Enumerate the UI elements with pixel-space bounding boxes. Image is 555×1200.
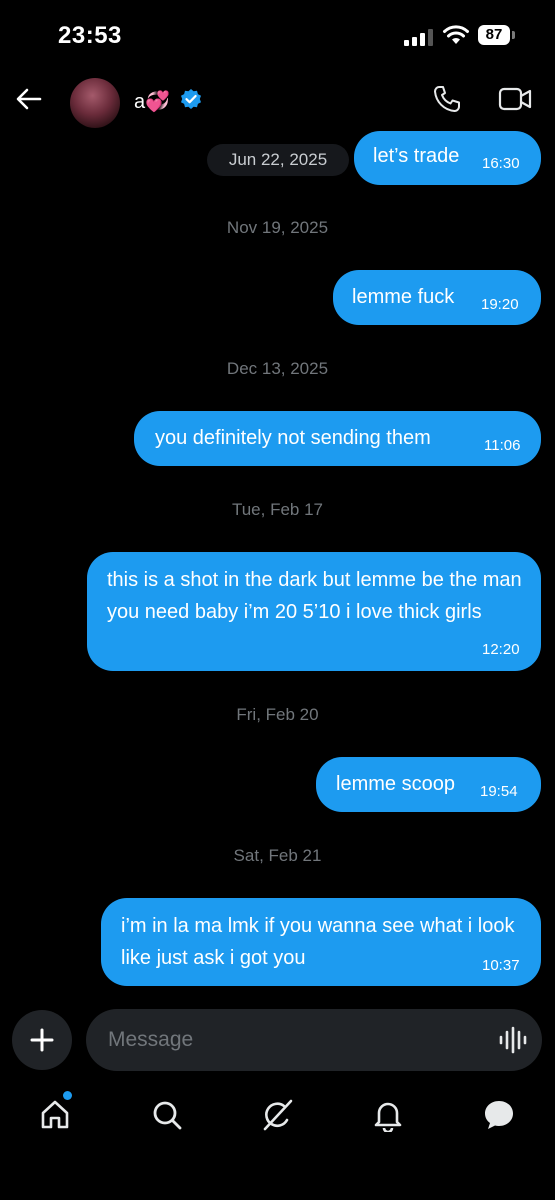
back-arrow-icon[interactable] — [14, 84, 44, 114]
avatar[interactable] — [70, 78, 120, 128]
message-bubble[interactable]: lemme fuck 19:20 — [333, 270, 541, 325]
date-separator: Tue, Feb 17 — [231, 500, 324, 519]
message-placeholder: Message — [108, 1028, 194, 1051]
message-bubble[interactable]: i’m in la ma lmk if you wanna see what i… — [101, 898, 541, 986]
home-icon[interactable] — [38, 1098, 72, 1132]
message-text: lemme scoop — [336, 773, 455, 795]
message-time: 19:54 — [480, 783, 518, 800]
wifi-icon — [443, 25, 469, 44]
cellular-signal-icon — [404, 29, 433, 46]
add-attachment-button[interactable] — [12, 1010, 72, 1070]
messages-icon[interactable] — [482, 1098, 516, 1132]
message-time: 11:06 — [484, 437, 521, 454]
date-separator: Fri, Feb 20 — [236, 705, 319, 724]
battery-icon: 87 — [478, 25, 518, 47]
phone-icon[interactable] — [432, 84, 462, 114]
message-text: you definitely not sending them — [155, 427, 431, 449]
message-input[interactable]: Message — [86, 1009, 542, 1071]
conversation-header: a💞 — [0, 70, 555, 132]
message-bubble[interactable]: this is a shot in the dark but lemme be … — [87, 552, 541, 671]
message-text: this is a shot in the dark but lemme be … — [107, 569, 522, 623]
video-icon[interactable] — [498, 86, 532, 112]
composer: Message — [0, 1006, 555, 1074]
battery-level: 87 — [478, 25, 510, 45]
message-text: i’m in la ma lmk if you wanna see what i… — [121, 915, 515, 969]
bottom-nav — [0, 1090, 555, 1146]
message-time: 12:20 — [482, 641, 520, 658]
message-text: lemme fuck — [352, 286, 455, 308]
plus-icon — [30, 1028, 54, 1052]
status-bar: 23:53 87 — [0, 0, 555, 70]
search-icon[interactable] — [150, 1098, 184, 1132]
date-separator: Nov 19, 2025 — [226, 218, 329, 237]
notification-dot — [63, 1091, 72, 1100]
message-bubble[interactable]: let’s trade 16:30 — [354, 131, 541, 185]
status-time: 23:53 — [58, 22, 122, 49]
date-separator: Sat, Feb 21 — [233, 846, 322, 865]
date-chip: Jun 22, 2025 — [207, 144, 349, 176]
voice-wave-icon[interactable] — [498, 1026, 528, 1054]
message-time: 16:30 — [482, 155, 520, 172]
notifications-icon[interactable] — [371, 1098, 405, 1132]
grok-icon[interactable] — [260, 1098, 294, 1132]
contact-name[interactable]: a💞 — [134, 89, 170, 114]
date-separator: Dec 13, 2025 — [226, 359, 329, 378]
message-bubble[interactable]: lemme scoop 19:54 — [316, 757, 541, 812]
message-time: 19:20 — [481, 296, 519, 313]
message-bubble[interactable]: you definitely not sending them 11:06 — [134, 411, 541, 466]
verified-badge-icon — [181, 89, 201, 109]
message-text: let’s trade — [373, 145, 460, 167]
message-time: 10:37 — [482, 957, 520, 974]
